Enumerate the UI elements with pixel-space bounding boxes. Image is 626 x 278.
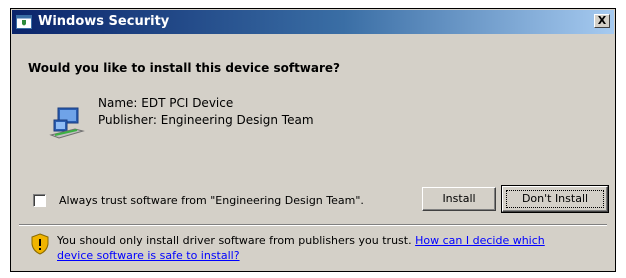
- dont-install-button[interactable]: Don't Install: [501, 185, 609, 213]
- device-info: Name: EDT PCI Device Publisher: Engineer…: [98, 95, 314, 129]
- warning-text: You should only install driver software …: [57, 234, 412, 247]
- install-button[interactable]: Install: [422, 187, 496, 211]
- separator: [19, 224, 607, 226]
- window-title: Windows Security: [38, 14, 170, 29]
- close-button[interactable]: X: [594, 14, 610, 28]
- warning-message: You should only install driver software …: [57, 233, 545, 263]
- device-publisher: Publisher: Engineering Design Team: [98, 113, 314, 127]
- install-question: Would you like to install this device so…: [28, 61, 341, 75]
- always-trust-label[interactable]: Always trust software from "Engineering …: [59, 194, 364, 207]
- focus-rectangle: [506, 190, 604, 208]
- help-link-continued[interactable]: device software is safe to install?: [57, 249, 240, 262]
- windows-security-dialog: Windows Security X Would you like to ins…: [10, 8, 616, 272]
- title-bar[interactable]: Windows Security X: [12, 10, 614, 34]
- help-link[interactable]: How can I decide which: [415, 234, 545, 247]
- network-device-icon: [49, 107, 85, 139]
- always-trust-checkbox[interactable]: [33, 194, 46, 207]
- security-shield-icon: [31, 233, 49, 255]
- device-name: Name: EDT PCI Device: [98, 96, 234, 110]
- shield-window-icon: [16, 15, 32, 29]
